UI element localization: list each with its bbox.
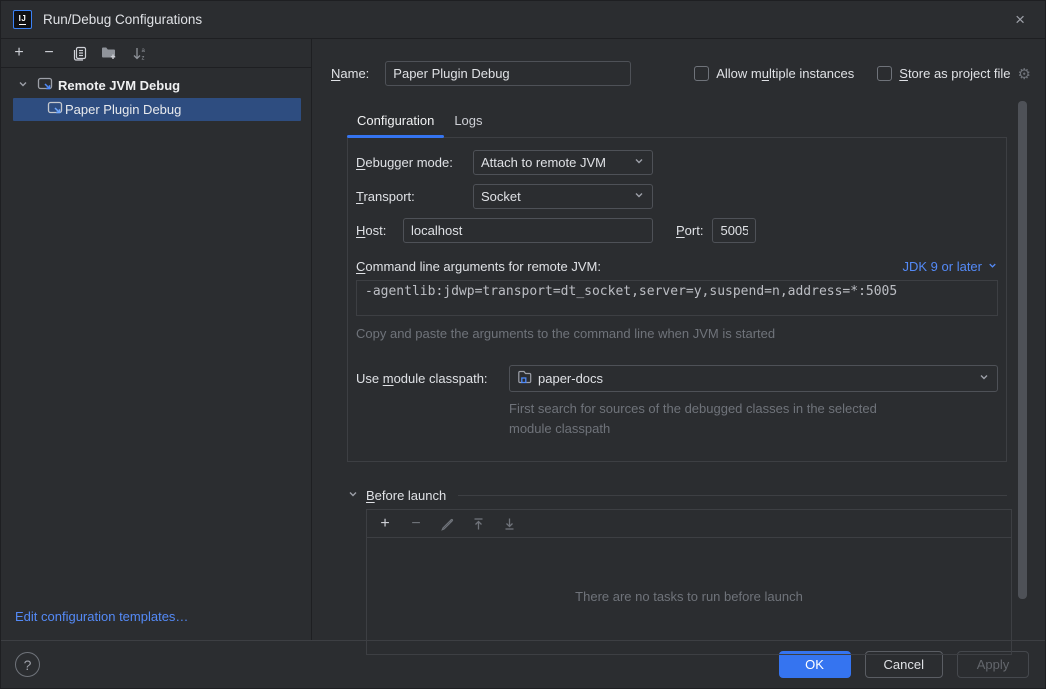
- module-classpath-label: Use module classpath:: [356, 371, 509, 386]
- store-settings-gear-icon[interactable]: ⚙: [1018, 65, 1031, 83]
- module-icon: [517, 370, 532, 387]
- tree-item-label: Paper Plugin Debug: [65, 102, 181, 117]
- window-title: Run/Debug Configurations: [43, 12, 202, 27]
- remote-jvm-debug-icon: [37, 77, 53, 94]
- new-folder-icon[interactable]: [99, 43, 119, 63]
- transport-row: Transport: Socket: [356, 184, 998, 209]
- store-as-project-file-checkbox[interactable]: Store as project file: [877, 66, 1010, 81]
- remote-jvm-debug-icon: [47, 101, 63, 118]
- checkbox-box[interactable]: [694, 66, 709, 81]
- edit-task-icon[interactable]: [437, 514, 457, 534]
- before-launch-header: Before launch: [347, 488, 1007, 503]
- store-as-project-file-label: Store as project file: [899, 66, 1010, 81]
- tree-group-remote-jvm-debug[interactable]: Remote JVM Debug: [1, 74, 311, 97]
- debugger-mode-select[interactable]: Attach to remote JVM: [473, 150, 653, 175]
- chevron-down-icon: [987, 259, 998, 274]
- add-configuration-button[interactable]: +: [9, 43, 29, 63]
- chevron-down-icon: [633, 155, 645, 170]
- before-launch-empty-text: There are no tasks to run before launch: [367, 538, 1011, 654]
- port-input[interactable]: [712, 218, 756, 243]
- chevron-down-icon[interactable]: [347, 488, 359, 503]
- module-classpath-select[interactable]: paper-docs: [509, 365, 998, 392]
- transport-select[interactable]: Socket: [473, 184, 653, 209]
- debugger-mode-label: Debugger mode:: [356, 155, 473, 170]
- host-port-row: Host: Port:: [356, 218, 998, 243]
- remove-configuration-button[interactable]: −: [39, 43, 59, 63]
- section-divider: [458, 495, 1007, 496]
- editor-tabs: Configuration Logs: [347, 107, 1045, 137]
- title-bar: IJ Run/Debug Configurations ×: [1, 1, 1045, 39]
- tree-group-label: Remote JVM Debug: [58, 78, 180, 93]
- before-launch-toolbar: + −: [367, 510, 1011, 538]
- move-up-icon[interactable]: [468, 514, 488, 534]
- jdk-version-value: JDK 9 or later: [903, 259, 982, 274]
- sort-alphabetically-icon[interactable]: az: [129, 43, 149, 63]
- host-input[interactable]: [403, 218, 653, 243]
- before-launch-title[interactable]: Before launch: [366, 488, 446, 503]
- args-label-row: Command line arguments for remote JVM: J…: [356, 259, 998, 274]
- host-label: Host:: [356, 223, 403, 238]
- before-launch-tasks-box: + − There are no tasks to run before lau…: [366, 509, 1012, 655]
- args-hint-text: Copy and paste the arguments to the comm…: [356, 326, 998, 341]
- transport-label: Transport:: [356, 189, 473, 204]
- chevron-down-icon: [978, 371, 990, 386]
- close-icon[interactable]: ×: [1009, 9, 1031, 30]
- dialog-body: + − az: [1, 39, 1045, 640]
- move-down-icon[interactable]: [499, 514, 519, 534]
- tree-item-paper-plugin-debug[interactable]: Paper Plugin Debug: [13, 98, 301, 121]
- edit-configuration-templates-link[interactable]: Edit configuration templates…: [1, 599, 311, 640]
- configuration-tab-panel: Debugger mode: Attach to remote JVM Tran…: [347, 137, 1007, 462]
- svg-text:a: a: [141, 48, 145, 54]
- remove-task-button[interactable]: −: [406, 514, 426, 534]
- add-task-button[interactable]: +: [375, 514, 395, 534]
- configurations-sidebar: + − az: [1, 39, 312, 640]
- svg-text:z: z: [141, 55, 144, 61]
- help-button[interactable]: ?: [15, 652, 40, 677]
- configuration-editor: Name: Allow multiple instances Store as …: [312, 39, 1045, 640]
- chevron-down-icon[interactable]: [17, 78, 29, 93]
- allow-multiple-instances-label: Allow multiple instances: [716, 66, 854, 81]
- copy-configuration-icon[interactable]: [69, 43, 89, 63]
- name-row: Name: Allow multiple instances Store as …: [331, 61, 1045, 86]
- run-debug-configurations-dialog: IJ Run/Debug Configurations × + − az: [0, 0, 1046, 689]
- command-line-args-label: Command line arguments for remote JVM:: [356, 259, 601, 274]
- jdk-version-selector[interactable]: JDK 9 or later: [903, 259, 998, 274]
- port-label: Port:: [676, 223, 703, 238]
- tab-configuration[interactable]: Configuration: [347, 107, 444, 137]
- intellij-logo-text: IJ: [19, 14, 27, 25]
- transport-value: Socket: [481, 189, 633, 204]
- sidebar-toolbar: + − az: [1, 39, 311, 68]
- name-label: Name:: [331, 66, 369, 81]
- chevron-down-icon: [633, 189, 645, 204]
- intellij-logo-icon: IJ: [13, 10, 32, 29]
- checkbox-box[interactable]: [877, 66, 892, 81]
- command-line-args-field[interactable]: -agentlib:jdwp=transport=dt_socket,serve…: [356, 280, 998, 316]
- tab-logs[interactable]: Logs: [444, 107, 492, 137]
- module-classpath-hint: First search for sources of the debugged…: [509, 399, 889, 439]
- options-group: Allow multiple instances Store as projec…: [694, 66, 1010, 81]
- debugger-mode-row: Debugger mode: Attach to remote JVM: [356, 150, 998, 175]
- module-classpath-value: paper-docs: [538, 371, 972, 386]
- allow-multiple-instances-checkbox[interactable]: Allow multiple instances: [694, 66, 854, 81]
- name-input[interactable]: [385, 61, 631, 86]
- vertical-scrollbar[interactable]: [1018, 101, 1027, 599]
- debugger-mode-value: Attach to remote JVM: [481, 155, 633, 170]
- configurations-tree: Remote JVM Debug Paper Plugin Debug: [1, 68, 311, 121]
- module-classpath-row: Use module classpath: paper-docs: [356, 365, 998, 392]
